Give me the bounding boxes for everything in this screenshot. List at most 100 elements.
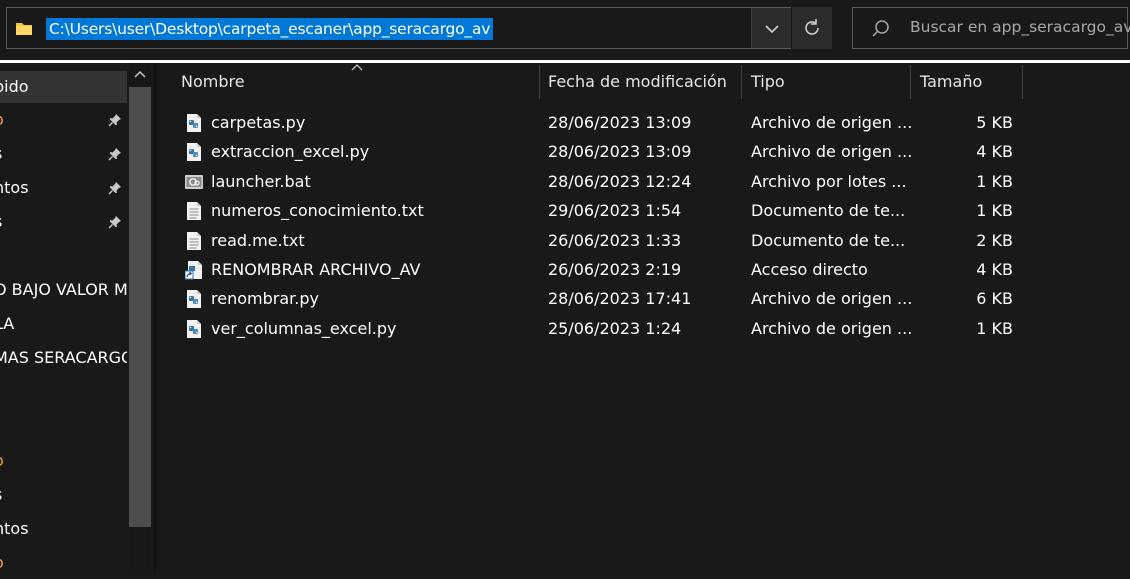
file-row[interactable]: RENOMBRAR ARCHIVO_AV 26/06/2023 2:19 Acces… [157,255,1130,284]
file-row[interactable]: renombrar.py 28/06/2023 17:41 Archivo de o… [157,284,1130,313]
column-divider[interactable] [1022,65,1023,99]
file-name: RENOMBRAR ARCHIVO_AV [211,260,421,279]
sort-ascending-icon [351,64,363,71]
column-divider[interactable] [539,65,540,99]
sidebar-item[interactable] [0,376,127,408]
sidebar-item[interactable]: MAS SERACARGO [0,342,127,374]
file-name: read.me.txt [211,230,305,250]
file-date: 28/06/2023 13:09 [548,142,692,162]
scroll-up-arrow-icon[interactable] [134,69,146,79]
sidebar-item[interactable]: o [0,547,127,579]
sidebar-item[interactable]: s [0,206,127,238]
file-date: 28/06/2023 12:24 [548,171,692,191]
file-type: Archivo de origen ... [751,113,913,132]
folder-icon [16,23,32,35]
pin-icon [108,114,121,127]
file-type: Archivo de origen ... [751,318,913,338]
file-type: Archivo por lotes ... [751,171,907,191]
file-date: 26/06/2023 2:19 [548,260,682,279]
file-name: ver_columnas_excel.py [211,318,397,338]
file-row[interactable]: numeros_conocimiento.txt 29/06/2023 1:54 D… [157,196,1130,225]
python-file-icon [187,114,201,132]
column-header-size[interactable]: Tamaño [920,63,982,101]
file-size: 5 KB [976,113,1013,132]
address-path[interactable]: C:\Users\user\Desktop\carpeta_escaner\ap… [46,18,494,40]
file-name: renombrar.py [211,289,319,309]
sidebar-item-label: s [0,479,2,511]
column-divider[interactable] [741,65,742,99]
file-date: 29/06/2023 1:54 [548,201,682,221]
sidebar-item-label: ntos [0,178,29,197]
pin-icon [108,182,121,195]
search-placeholder[interactable]: Buscar en app_seracargo_av [910,18,1130,36]
refresh-button[interactable] [792,7,832,49]
file-type: Documento de te... [751,201,906,221]
toolbar: C:\Users\user\Desktop\carpeta_escaner\ap… [0,0,1130,60]
python-file-icon [187,143,201,162]
address-dropdown-button[interactable] [751,8,791,48]
refresh-icon [805,19,819,35]
sidebar-item-label: s [0,138,2,170]
column-divider[interactable] [910,65,911,99]
sidebar-item-label: MAS SERACARGO [0,348,127,367]
sidebar-item[interactable]: ntos [0,172,127,204]
column-header-date[interactable]: Fecha de modificación [548,63,727,101]
pin-icon [108,148,121,161]
sidebar-item-label: LA [0,314,15,333]
python-file-icon [187,290,201,309]
pin-icon [108,216,121,229]
file-name: extraccion_excel.py [211,142,370,162]
address-bar[interactable]: C:\Users\user\Desktop\carpeta_escaner\ap… [6,7,791,49]
search-icon [872,20,889,37]
file-row[interactable]: extraccion_excel.py 28/06/2023 13:09 Archi… [157,137,1130,166]
navigation-pane: pidoosntossO BAJO VALOR MFLAMAS SERACARG… [0,63,153,575]
file-type: Documento de te... [751,230,906,250]
file-date: 25/06/2023 1:24 [548,318,682,338]
file-date: 28/06/2023 13:09 [548,113,692,132]
file-type: Archivo de origen ... [751,289,913,309]
chevron-down-icon [765,25,779,34]
sidebar-item-label: o [0,104,4,136]
sidebar-item-label: ntos [0,519,29,538]
sidebar-item-label: o [0,445,4,477]
file-size: 2 KB [976,230,1013,250]
column-header-name[interactable]: Nombre [181,63,245,101]
file-size: 1 KB [976,201,1013,221]
file-size: 4 KB [976,142,1013,162]
python-file-icon [187,319,201,338]
sidebar-item-label: s [0,206,2,238]
batch-file-icon [185,174,203,189]
sidebar-scrollbar-thumb[interactable] [129,87,151,527]
file-row[interactable]: carpetas.py 28/06/2023 13:09 Archivo de or… [157,108,1130,137]
sidebar-item[interactable]: pido [0,71,127,103]
sidebar-item[interactable]: s [0,479,127,511]
sidebar-item[interactable]: s [0,138,127,170]
sidebar-item[interactable]: LA [0,308,127,340]
file-name: numeros_conocimiento.txt [211,201,424,221]
file-name: launcher.bat [211,171,311,191]
sidebar-item[interactable]: O BAJO VALOR MF [0,274,127,306]
file-name: carpetas.py [211,113,306,132]
file-size: 1 KB [976,318,1013,338]
column-header-type[interactable]: Tipo [751,63,785,101]
sidebar-item[interactable] [0,410,127,442]
file-row[interactable]: launcher.bat 28/06/2023 12:24 Archivo por … [157,167,1130,196]
file-type: Acceso directo [751,260,868,279]
file-date: 26/06/2023 1:33 [548,230,682,250]
file-type: Archivo de origen ... [751,142,913,162]
file-size: 1 KB [976,171,1013,191]
file-row[interactable]: read.me.txt 26/06/2023 1:33 Documento de t… [157,226,1130,255]
file-size: 4 KB [976,260,1013,279]
text-file-icon [187,202,201,221]
file-list: Nombre Fecha de modificación Tipo Tamaño… [157,63,1130,575]
sidebar-item[interactable] [0,240,127,272]
sidebar-item[interactable]: o [0,104,127,136]
file-row[interactable]: ver_columnas_excel.py 25/06/2023 1:24 Arch… [157,314,1130,343]
sidebar-item[interactable]: ntos [0,513,127,545]
search-box[interactable]: Buscar en app_seracargo_av [852,7,1130,49]
file-date: 28/06/2023 17:41 [548,289,692,309]
sidebar-item[interactable]: o [0,445,127,477]
sidebar-item-label: o [0,547,4,579]
shortcut-icon [185,261,202,280]
sidebar-item-label: O BAJO VALOR MF [0,280,127,299]
